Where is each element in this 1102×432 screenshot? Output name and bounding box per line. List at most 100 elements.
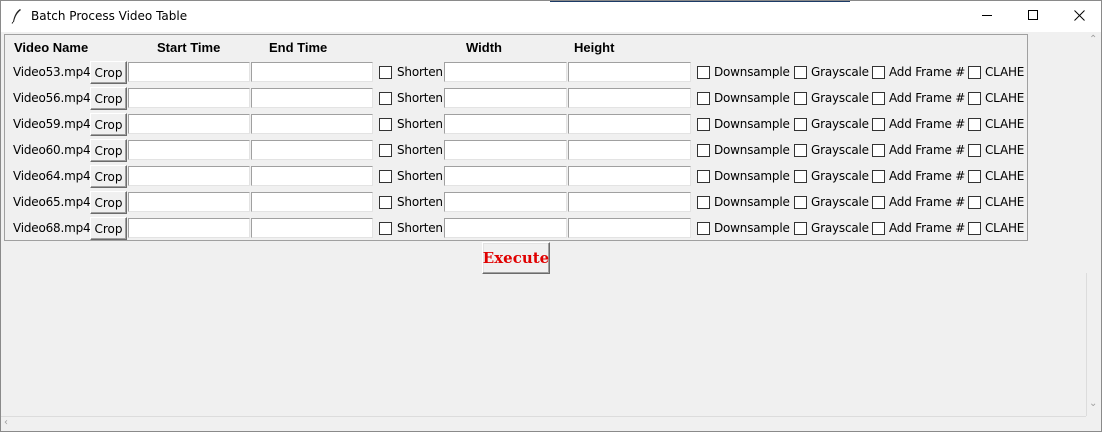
height-input[interactable] xyxy=(568,218,691,238)
downsample-checkbox[interactable] xyxy=(697,196,710,209)
shorten-checkbox[interactable] xyxy=(379,222,392,235)
start-time-input[interactable] xyxy=(128,192,250,212)
table-row: Video64.mp4 Crop Shorten Downsample Grayscal… xyxy=(5,165,1027,188)
downsample-checkbox[interactable] xyxy=(697,92,710,105)
grayscale-checkbox[interactable] xyxy=(794,144,807,157)
close-button[interactable] xyxy=(1056,1,1101,32)
table-row: Video59.mp4 Crop Shorten Downsample Grayscal… xyxy=(5,113,1027,136)
clahe-checkbox[interactable] xyxy=(968,66,981,79)
grayscale-checkbox[interactable] xyxy=(794,92,807,105)
height-input[interactable] xyxy=(568,140,691,160)
width-input[interactable] xyxy=(444,62,567,82)
header-start-time: Start Time xyxy=(157,40,221,55)
feather-icon xyxy=(11,8,23,24)
start-time-input[interactable] xyxy=(128,218,250,238)
clahe-label: CLAHE xyxy=(985,91,1025,105)
start-time-input[interactable] xyxy=(128,62,250,82)
end-time-input[interactable] xyxy=(251,88,373,108)
crop-button[interactable]: Crop xyxy=(90,61,127,84)
maximize-button[interactable] xyxy=(1010,1,1056,32)
minimize-button[interactable] xyxy=(964,1,1010,32)
horizontal-scrollbar[interactable]: ‹ xyxy=(1,416,1086,431)
shorten-checkbox[interactable] xyxy=(379,170,392,183)
clahe-checkbox[interactable] xyxy=(968,92,981,105)
start-time-input[interactable] xyxy=(128,88,250,108)
video-name: Video60.mp4 xyxy=(13,143,91,157)
end-time-input[interactable] xyxy=(251,140,373,160)
width-input[interactable] xyxy=(444,140,567,160)
width-input[interactable] xyxy=(444,192,567,212)
start-time-input[interactable] xyxy=(128,114,250,134)
downsample-checkbox[interactable] xyxy=(697,66,710,79)
video-name: Video59.mp4 xyxy=(13,117,91,131)
downsample-label: Downsample xyxy=(714,117,790,131)
maximize-icon xyxy=(1027,9,1039,24)
width-input[interactable] xyxy=(444,114,567,134)
grayscale-checkbox[interactable] xyxy=(794,66,807,79)
shorten-checkbox[interactable] xyxy=(379,196,392,209)
clahe-checkbox[interactable] xyxy=(968,144,981,157)
start-time-input[interactable] xyxy=(128,140,250,160)
height-input[interactable] xyxy=(568,192,691,212)
clahe-label: CLAHE xyxy=(985,65,1025,79)
add-frame-checkbox[interactable] xyxy=(872,222,885,235)
shorten-checkbox[interactable] xyxy=(379,118,392,131)
downsample-checkbox[interactable] xyxy=(697,118,710,131)
end-time-input[interactable] xyxy=(251,218,373,238)
scroll-down-icon[interactable]: ⌄ xyxy=(1089,398,1097,409)
crop-button[interactable]: Crop xyxy=(90,165,127,188)
crop-button[interactable]: Crop xyxy=(90,191,127,214)
clahe-checkbox[interactable] xyxy=(968,196,981,209)
height-input[interactable] xyxy=(568,166,691,186)
end-time-input[interactable] xyxy=(251,62,373,82)
end-time-input[interactable] xyxy=(251,114,373,134)
clahe-label: CLAHE xyxy=(985,221,1025,235)
downsample-label: Downsample xyxy=(714,143,790,157)
crop-button[interactable]: Crop xyxy=(90,113,127,136)
shorten-checkbox[interactable] xyxy=(379,66,392,79)
add-frame-checkbox[interactable] xyxy=(872,170,885,183)
grayscale-checkbox[interactable] xyxy=(794,170,807,183)
scroll-up-icon[interactable]: ⌃ xyxy=(1089,34,1097,45)
add-frame-checkbox[interactable] xyxy=(872,92,885,105)
downsample-label: Downsample xyxy=(714,65,790,79)
shorten-label: Shorten xyxy=(397,91,443,105)
clahe-checkbox[interactable] xyxy=(968,222,981,235)
clahe-checkbox[interactable] xyxy=(968,170,981,183)
shorten-checkbox[interactable] xyxy=(379,144,392,157)
add-frame-checkbox[interactable] xyxy=(872,66,885,79)
end-time-input[interactable] xyxy=(251,166,373,186)
width-input[interactable] xyxy=(444,166,567,186)
shorten-label: Shorten xyxy=(397,143,443,157)
add-frame-label: Add Frame # xyxy=(889,143,966,157)
downsample-label: Downsample xyxy=(714,195,790,209)
shorten-checkbox[interactable] xyxy=(379,92,392,105)
height-input[interactable] xyxy=(568,62,691,82)
vertical-scrollbar[interactable]: ⌃ ⌄ xyxy=(1086,32,1101,416)
crop-button[interactable]: Crop xyxy=(90,139,127,162)
add-frame-checkbox[interactable] xyxy=(872,196,885,209)
height-input[interactable] xyxy=(568,114,691,134)
clahe-checkbox[interactable] xyxy=(968,118,981,131)
width-input[interactable] xyxy=(444,88,567,108)
grayscale-label: Grayscale xyxy=(811,221,869,235)
crop-button[interactable]: Crop xyxy=(90,217,127,240)
grayscale-checkbox[interactable] xyxy=(794,222,807,235)
width-input[interactable] xyxy=(444,218,567,238)
downsample-checkbox[interactable] xyxy=(697,222,710,235)
execute-button[interactable]: Execute xyxy=(482,242,550,274)
height-input[interactable] xyxy=(568,88,691,108)
add-frame-checkbox[interactable] xyxy=(872,118,885,131)
downsample-checkbox[interactable] xyxy=(697,144,710,157)
start-time-input[interactable] xyxy=(128,166,250,186)
window-title: Batch Process Video Table xyxy=(31,9,188,23)
shorten-label: Shorten xyxy=(397,221,443,235)
crop-button[interactable]: Crop xyxy=(90,87,127,110)
add-frame-checkbox[interactable] xyxy=(872,144,885,157)
downsample-checkbox[interactable] xyxy=(697,170,710,183)
title-bar: Batch Process Video Table xyxy=(1,1,1101,32)
end-time-input[interactable] xyxy=(251,192,373,212)
grayscale-checkbox[interactable] xyxy=(794,118,807,131)
grayscale-checkbox[interactable] xyxy=(794,196,807,209)
scroll-left-icon[interactable]: ‹ xyxy=(4,417,8,428)
